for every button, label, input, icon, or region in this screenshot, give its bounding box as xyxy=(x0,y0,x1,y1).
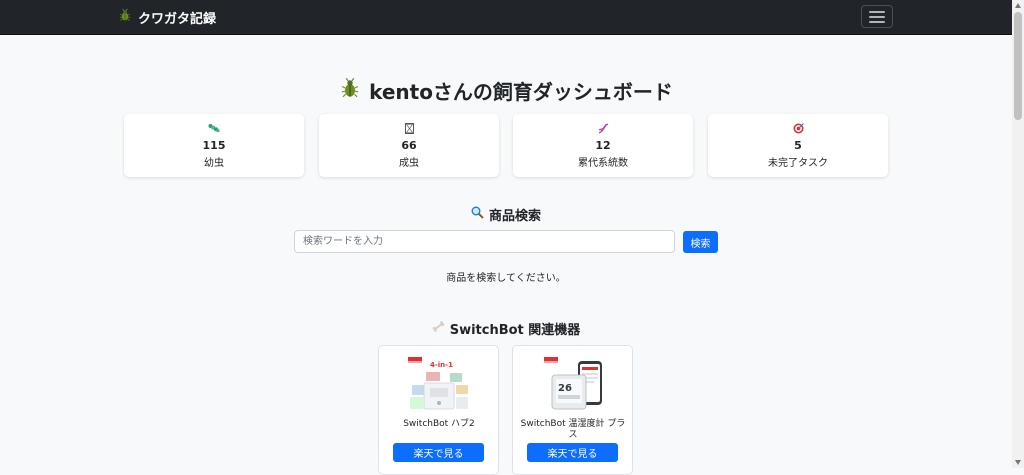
stat-card-adults: 66 成虫 xyxy=(319,114,499,177)
switchbot-section-title-text: SwitchBot 関連機器 xyxy=(449,322,581,338)
search-status-message: 商品を検索してください。 xyxy=(446,273,566,284)
search-input[interactable] xyxy=(294,230,675,253)
search-button[interactable]: 検索 xyxy=(683,231,718,253)
rakuten-view-button[interactable]: 楽天で見る xyxy=(527,443,618,462)
hamburger-line xyxy=(869,15,885,18)
search-section-title-text: 商品検索 xyxy=(488,208,541,224)
product-image[interactable]: 4-in-1 xyxy=(406,355,474,417)
larva-icon xyxy=(208,123,220,137)
navbar: クワガタ記録 xyxy=(0,0,1012,35)
hamburger-line xyxy=(869,10,885,13)
brand-label: クワガタ記録 xyxy=(138,11,217,27)
scroll-up-arrow-icon[interactable] xyxy=(1015,3,1021,8)
product-card-meter-plus: 26 SwitchBot 温湿度計 プラス 楽天で見る xyxy=(512,345,633,475)
hourglass-icon xyxy=(404,122,414,137)
stat-value: 5 xyxy=(794,138,802,152)
brand-link[interactable]: クワガタ記録 xyxy=(118,8,217,27)
scroll-down-arrow-icon[interactable] xyxy=(1015,460,1021,465)
product-name: SwitchBot ハブ2 xyxy=(403,419,475,429)
search-section-title: 商品検索 xyxy=(0,204,1012,224)
menu-toggle-button[interactable] xyxy=(861,5,893,28)
dna-icon xyxy=(598,122,609,137)
beetle-icon xyxy=(118,8,132,26)
page-scrollbar[interactable] xyxy=(1012,0,1024,468)
stat-label: 未完了タスク xyxy=(768,157,828,169)
product-badge: 4-in-1 xyxy=(430,361,453,369)
beetle-icon xyxy=(339,77,361,104)
switchbot-section-title: SwitchBot 関連機器 xyxy=(0,318,1012,338)
stat-card-tasks: 5 未完了タスク xyxy=(708,114,888,177)
stats-row: 115 幼虫 66 成虫 12 累代系統数 5 未完了タスク xyxy=(124,114,888,177)
target-icon xyxy=(793,122,804,137)
stat-value: 115 xyxy=(202,138,226,152)
stat-label: 累代系統数 xyxy=(578,157,628,169)
product-name: SwitchBot 温湿度計 プラス xyxy=(520,419,626,440)
product-card-hub2: 4-in-1 SwitchBot ハブ2 楽天で見る xyxy=(378,345,499,475)
page-title: kentoさんの飼育ダッシュボード xyxy=(0,76,1012,104)
stat-value: 12 xyxy=(595,138,611,152)
product-image[interactable]: 26 xyxy=(540,355,608,417)
magnifier-icon xyxy=(471,206,484,223)
stat-label: 成虫 xyxy=(399,157,419,169)
stat-card-larvae: 115 幼虫 xyxy=(124,114,304,177)
stat-value: 66 xyxy=(401,138,417,152)
product-badge: 26 xyxy=(558,383,572,394)
scrollbar-thumb[interactable] xyxy=(1014,12,1022,120)
bone-icon xyxy=(432,320,445,336)
page-title-text: kentoさんの飼育ダッシュボード xyxy=(369,79,673,104)
hamburger-line xyxy=(869,20,885,23)
stat-card-lineages: 12 累代系統数 xyxy=(513,114,693,177)
rakuten-view-button[interactable]: 楽天で見る xyxy=(393,443,484,462)
stat-label: 幼虫 xyxy=(204,157,224,169)
